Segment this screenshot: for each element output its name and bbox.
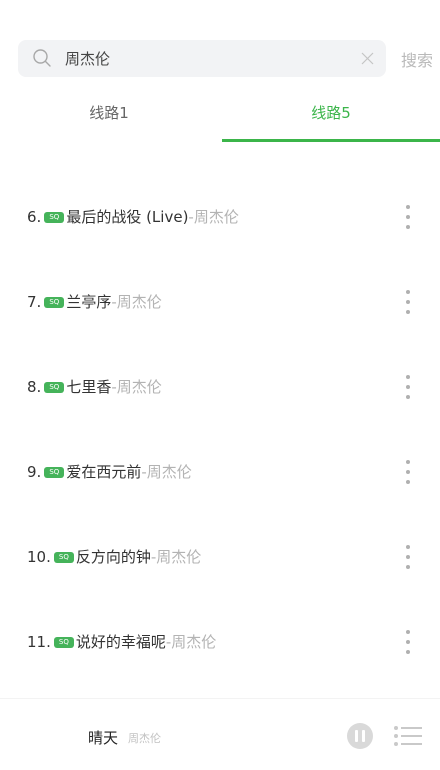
more-options-icon[interactable] bbox=[404, 629, 412, 655]
more-options-icon[interactable] bbox=[404, 459, 412, 485]
song-row[interactable]: 9. 爱在西元前 -周杰伦 bbox=[0, 429, 440, 514]
song-artist: -周杰伦 bbox=[150, 548, 202, 566]
song-number: 11. bbox=[27, 633, 51, 651]
sq-quality-badge bbox=[44, 211, 65, 223]
sq-quality-badge bbox=[44, 296, 65, 308]
song-row[interactable]: 7. 兰亭序 -周杰伦 bbox=[0, 259, 440, 344]
song-title: 兰亭序 bbox=[66, 293, 112, 311]
song-title: 七里香 bbox=[66, 378, 112, 396]
more-options-icon[interactable] bbox=[404, 289, 412, 315]
song-title: 说好的幸福呢 bbox=[75, 633, 166, 651]
song-row[interactable]: 11. 说好的幸福呢 -周杰伦 bbox=[0, 599, 440, 684]
sq-quality-badge bbox=[44, 466, 65, 478]
song-row[interactable]: 6. 最后的战役 (Live) -周杰伦 bbox=[0, 174, 440, 259]
song-title: 爱在西元前 bbox=[66, 463, 142, 481]
search-icon bbox=[33, 49, 51, 67]
sq-quality-badge bbox=[44, 381, 65, 393]
song-artist: -周杰伦 bbox=[141, 463, 192, 481]
song-info: 6. 最后的战役 (Live) -周杰伦 bbox=[27, 207, 239, 227]
tab-route-5[interactable]: 线路5 bbox=[222, 95, 440, 143]
more-options-icon[interactable] bbox=[404, 544, 412, 570]
mini-player[interactable]: 晴天 周杰伦 bbox=[0, 698, 440, 770]
song-number: 6. bbox=[27, 208, 42, 226]
sq-quality-badge bbox=[53, 636, 74, 648]
clear-icon[interactable] bbox=[361, 52, 374, 65]
song-row[interactable]: 10. 反方向的钟 -周杰伦 bbox=[0, 514, 440, 599]
song-info: 10. 反方向的钟 -周杰伦 bbox=[27, 547, 201, 567]
search-button[interactable]: 搜索 bbox=[401, 47, 433, 71]
song-info: 11. 说好的幸福呢 -周杰伦 bbox=[27, 632, 216, 652]
more-options-icon[interactable] bbox=[404, 374, 412, 400]
song-artist: -周杰伦 bbox=[165, 633, 217, 651]
song-title: 最后的战役 (Live) bbox=[66, 208, 189, 226]
pause-button[interactable] bbox=[347, 723, 373, 749]
song-info: 7. 兰亭序 -周杰伦 bbox=[27, 292, 162, 312]
more-options-icon[interactable] bbox=[404, 204, 412, 230]
search-input[interactable] bbox=[65, 40, 355, 77]
song-info: 8. 七里香 -周杰伦 bbox=[27, 377, 162, 397]
route-tabs: 线路1 线路5 bbox=[0, 95, 440, 143]
sq-quality-badge bbox=[53, 551, 74, 563]
song-info: 9. 爱在西元前 -周杰伦 bbox=[27, 462, 192, 482]
song-number: 9. bbox=[27, 463, 42, 481]
song-title: 反方向的钟 bbox=[75, 548, 151, 566]
song-artist: -周杰伦 bbox=[111, 293, 162, 311]
now-playing-title: 晴天 bbox=[88, 729, 119, 747]
song-number: 7. bbox=[27, 293, 42, 311]
search-bar[interactable] bbox=[18, 40, 386, 77]
song-artist: -周杰伦 bbox=[111, 378, 162, 396]
playlist-icon[interactable] bbox=[393, 725, 422, 747]
tab-route-1[interactable]: 线路1 bbox=[0, 95, 218, 143]
song-number: 10. bbox=[27, 548, 51, 566]
song-number: 8. bbox=[27, 378, 42, 396]
now-playing-artist: 周杰伦 bbox=[128, 732, 161, 745]
song-artist: -周杰伦 bbox=[188, 208, 239, 226]
song-row[interactable]: 8. 七里香 -周杰伦 bbox=[0, 344, 440, 429]
song-list: 6. 最后的战役 (Live) -周杰伦 7. 兰亭序 -周杰伦 8. 七里香 … bbox=[0, 174, 440, 684]
active-tab-indicator bbox=[222, 139, 440, 142]
